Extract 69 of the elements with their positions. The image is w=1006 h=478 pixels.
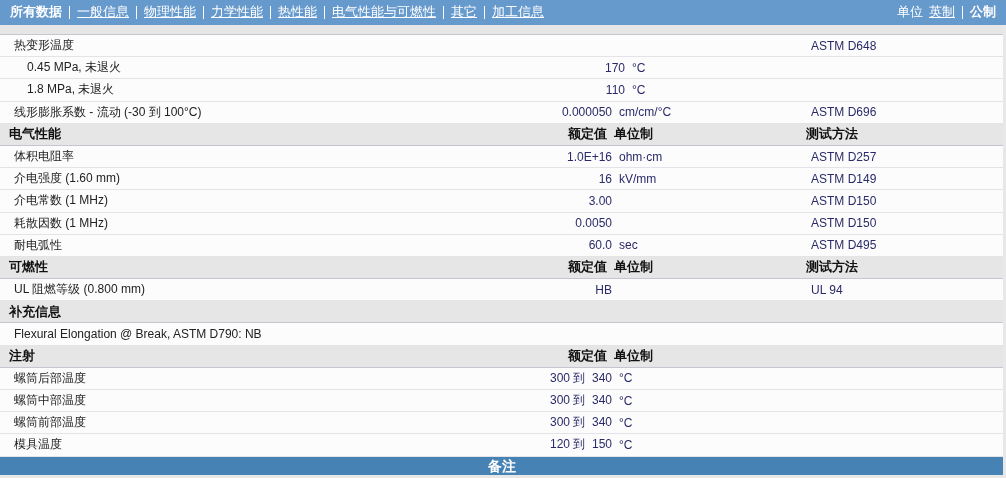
unit-cell: kV/mm xyxy=(619,171,657,186)
unit-cell: °C xyxy=(619,371,633,386)
method-cell: ASTM D696 xyxy=(811,105,877,120)
method-cell: UL 94 xyxy=(811,282,843,297)
nav-tab[interactable]: 所有数据 xyxy=(10,5,62,19)
unit-option[interactable]: 英制 xyxy=(929,5,955,19)
value-cell: 110 xyxy=(605,82,625,97)
unit-cell: ohm·cm xyxy=(619,149,663,164)
property-name: 1.8 MPa, 未退火 xyxy=(27,82,115,97)
method-cell: ASTM D495 xyxy=(811,238,877,253)
nav-tab[interactable]: 其它 xyxy=(451,5,477,19)
property-name: 介电常数 (1 MHz) xyxy=(14,193,108,208)
property-name: 体积电阻率 xyxy=(14,149,74,164)
value-cell: 16 xyxy=(598,171,612,186)
value-cell: 3.00 xyxy=(588,193,612,208)
value-cell: 1.0E+16 xyxy=(566,149,612,164)
column-header: 单位制 xyxy=(613,125,654,144)
value-cell: 60.0 xyxy=(588,238,612,253)
unit-option[interactable]: 公制 xyxy=(970,5,996,19)
nav-tab[interactable]: 力学性能 xyxy=(211,5,263,19)
value-cell: 170 xyxy=(604,60,625,75)
value-cell: 0.0050 xyxy=(575,216,612,231)
section-title: 电气性能 xyxy=(8,125,62,144)
unit-cell: °C xyxy=(632,82,646,97)
property-name: 0.45 MPa, 未退火 xyxy=(27,60,122,75)
section-title: 补充信息 xyxy=(8,302,62,321)
nav-tab[interactable]: 加工信息 xyxy=(492,5,544,19)
nav-tab[interactable]: 一般信息 xyxy=(77,5,129,19)
method-cell: ASTM D150 xyxy=(811,216,877,231)
property-name: 螺筒中部温度 xyxy=(14,393,86,408)
section-title: 注射 xyxy=(8,347,36,366)
method-cell: ASTM D149 xyxy=(811,171,877,186)
unit-cell: sec xyxy=(619,238,638,253)
unit-cell: °C xyxy=(619,415,633,430)
column-header: 额定值 xyxy=(567,258,607,277)
method-cell: ASTM D150 xyxy=(811,193,877,208)
value-cell: 300 到 340 xyxy=(549,370,612,385)
property-name: UL 阻燃等级 (0.800 mm) xyxy=(14,282,145,297)
unit-cell: cm/cm/°C xyxy=(619,105,672,120)
nav-tab[interactable]: 物理性能 xyxy=(144,5,196,19)
method-cell: ASTM D648 xyxy=(811,38,877,53)
value-cell: 120 到 150 xyxy=(549,437,612,452)
nav-tab[interactable]: 电气性能与可燃性 xyxy=(332,5,436,19)
property-name: 热变形温度 xyxy=(14,38,74,53)
value-cell: 0.000050 xyxy=(561,105,612,120)
column-header: 额定值 xyxy=(567,347,607,366)
nav-tab[interactable]: 热性能 xyxy=(278,5,317,19)
property-name: 螺筒后部温度 xyxy=(14,370,86,385)
value-cell: HB xyxy=(595,282,612,297)
property-name: 耗散因数 (1 MHz) xyxy=(14,215,108,230)
column-header: 单位制 xyxy=(613,347,654,366)
property-name: Flexural Elongation @ Break, ASTM D790: NB xyxy=(14,327,262,342)
property-name: 模具温度 xyxy=(14,437,62,452)
column-header: 测试方法 xyxy=(806,125,859,144)
property-name: 线形膨胀系数 - 流动 (-30 到 100°C) xyxy=(14,104,202,119)
section-title: 可燃性 xyxy=(8,258,49,277)
value-cell: 300 到 340 xyxy=(549,393,612,408)
column-header: 单位制 xyxy=(613,258,654,277)
column-header: 额定值 xyxy=(567,125,607,144)
column-header: 测试方法 xyxy=(806,258,859,277)
unit-cell: °C xyxy=(619,393,633,408)
unit-cell: °C xyxy=(619,437,633,452)
value-cell: 300 到 340 xyxy=(549,415,612,430)
method-cell: ASTM D257 xyxy=(811,149,877,164)
property-name: 耐电弧性 xyxy=(14,237,62,252)
property-name: 螺筒前部温度 xyxy=(14,415,86,430)
unit-cell: °C xyxy=(632,60,646,75)
units-label: 单位 xyxy=(897,4,923,21)
property-name: 介电强度 (1.60 mm) xyxy=(14,171,120,186)
